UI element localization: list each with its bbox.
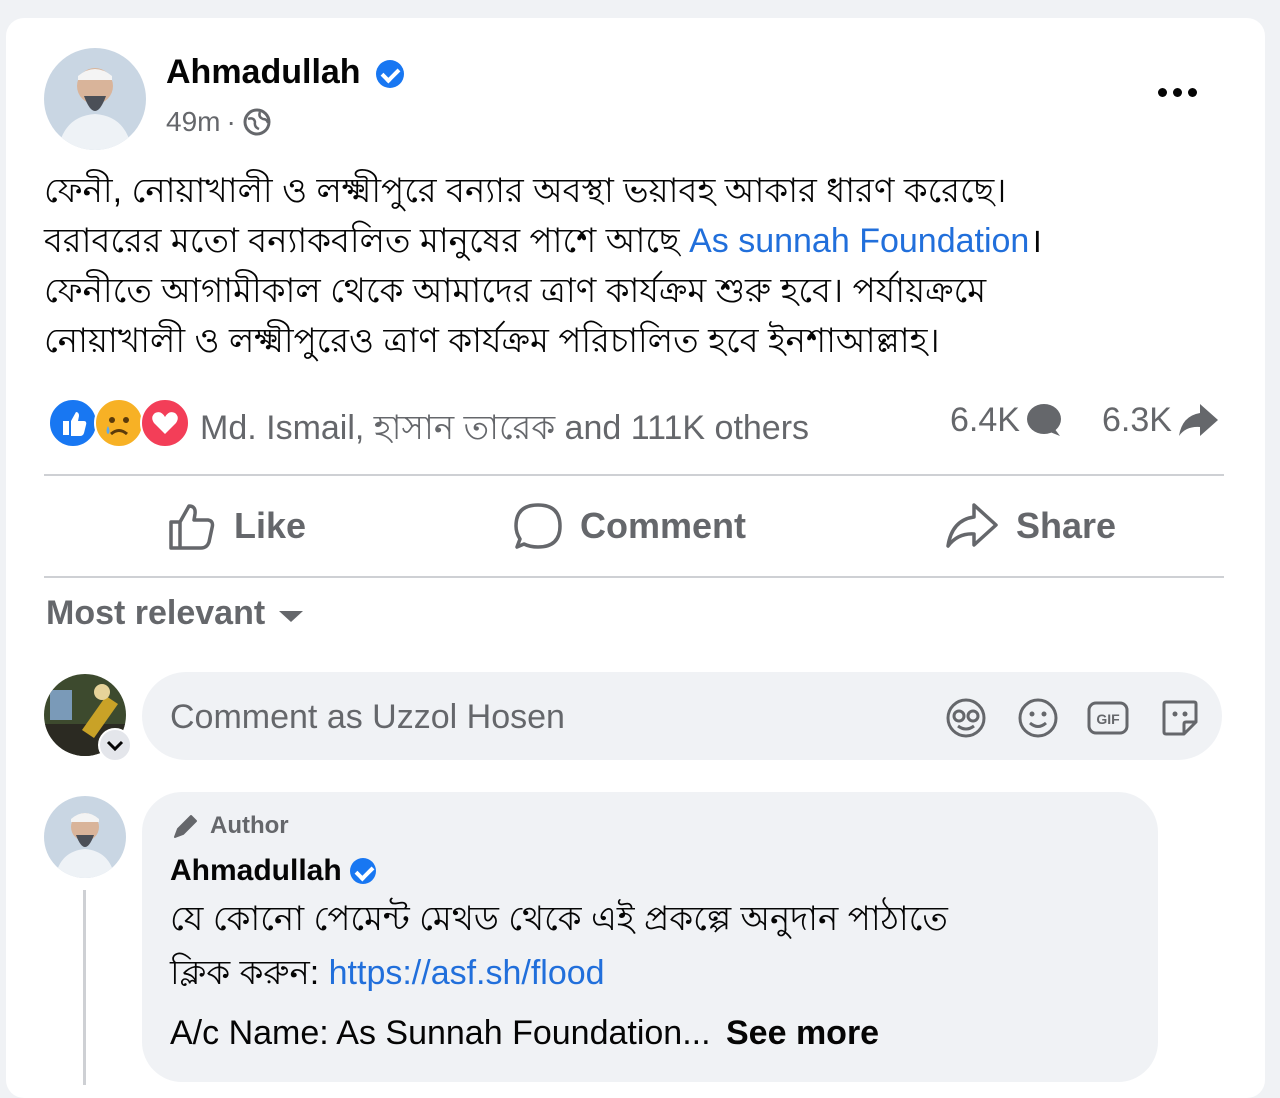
like-button[interactable]: Like	[166, 498, 306, 554]
comment-button[interactable]: Comment	[512, 498, 746, 554]
post-line: ফেনীতে আগামীকাল থেকে আমাদের ত্রাণ কার্যক…	[44, 272, 987, 310]
post-line: বরাবরের মতো বন্যাকবলিত মানুষের পাশে আছে …	[44, 222, 1043, 260]
avatar-sticker-icon[interactable]	[944, 696, 988, 740]
post-text: ফেনী, নোয়াখালী ও লক্ষ্মীপুরে বন্যার অবস…	[44, 166, 1234, 366]
globe-icon[interactable]	[242, 107, 272, 137]
reaction-icons[interactable]	[48, 398, 190, 448]
reaction-summary[interactable]: Md. Ismail, হাসান তারেক and 111K others	[200, 402, 809, 459]
reply-text: যে কোনো পেমেন্ট মেথড থেকে এই প্রকল্পে অন…	[170, 900, 948, 992]
love-reaction-icon	[140, 398, 190, 448]
emoji-icon[interactable]	[1016, 696, 1060, 740]
comment-icon	[512, 500, 564, 552]
comment-input-placeholder: Comment as Uzzol Hosen	[170, 698, 565, 736]
see-more-link[interactable]: See more	[726, 1014, 879, 1052]
pen-icon	[170, 810, 202, 842]
sort-dropdown[interactable]: Most relevant	[46, 594, 304, 633]
author-name[interactable]: Ahmadullah	[166, 53, 405, 92]
divider	[44, 474, 1224, 476]
caret-down-icon	[279, 611, 304, 622]
reply-bubble: Author Ahmadullah যে কোনো পেমেন্ট মেথড থ…	[142, 792, 1158, 1082]
reply-author-name[interactable]: Ahmadullah	[170, 854, 376, 888]
shares-count[interactable]: 6.3K	[1102, 400, 1220, 440]
author-badge: Author	[170, 810, 289, 842]
gif-icon[interactable]: GIF	[1086, 698, 1130, 738]
mention-link[interactable]: As sunnah Foundation	[689, 222, 1029, 260]
author-avatar[interactable]	[44, 48, 146, 150]
account-switch-icon[interactable]	[98, 728, 132, 762]
like-reaction-icon	[48, 398, 98, 448]
svg-text:GIF: GIF	[1096, 711, 1120, 727]
share-icon	[944, 500, 1000, 552]
share-button[interactable]: Share	[944, 498, 1116, 554]
thread-line	[83, 890, 86, 1085]
verified-badge-icon	[349, 858, 376, 884]
verified-badge-icon	[376, 60, 405, 89]
post-time[interactable]: 49m	[166, 106, 220, 138]
comment-input[interactable]: Comment as Uzzol Hosen GIF	[142, 672, 1222, 760]
reply-author-avatar[interactable]	[44, 796, 126, 878]
divider	[44, 576, 1224, 578]
sad-reaction-icon	[94, 398, 144, 448]
donation-link[interactable]: https://asf.sh/flood	[329, 954, 605, 992]
comment-bubble-icon	[1024, 400, 1064, 440]
sticker-icon[interactable]	[1158, 696, 1202, 740]
thumbs-up-icon	[166, 500, 218, 552]
post-line: নোয়াখালী ও লক্ষ্মীপুরেও ত্রাণ কার্যক্রম…	[44, 322, 940, 360]
more-options-icon[interactable]	[1158, 88, 1202, 102]
post-line: ফেনী, নোয়াখালী ও লক্ষ্মীপুরে বন্যার অবস…	[44, 172, 1007, 210]
share-arrow-icon	[1176, 400, 1220, 440]
reply-account-line: A/c Name: As Sunnah Foundation... See mo…	[170, 1014, 880, 1052]
post-meta: 49m ·	[166, 106, 272, 138]
comments-count[interactable]: 6.4K	[950, 400, 1064, 440]
